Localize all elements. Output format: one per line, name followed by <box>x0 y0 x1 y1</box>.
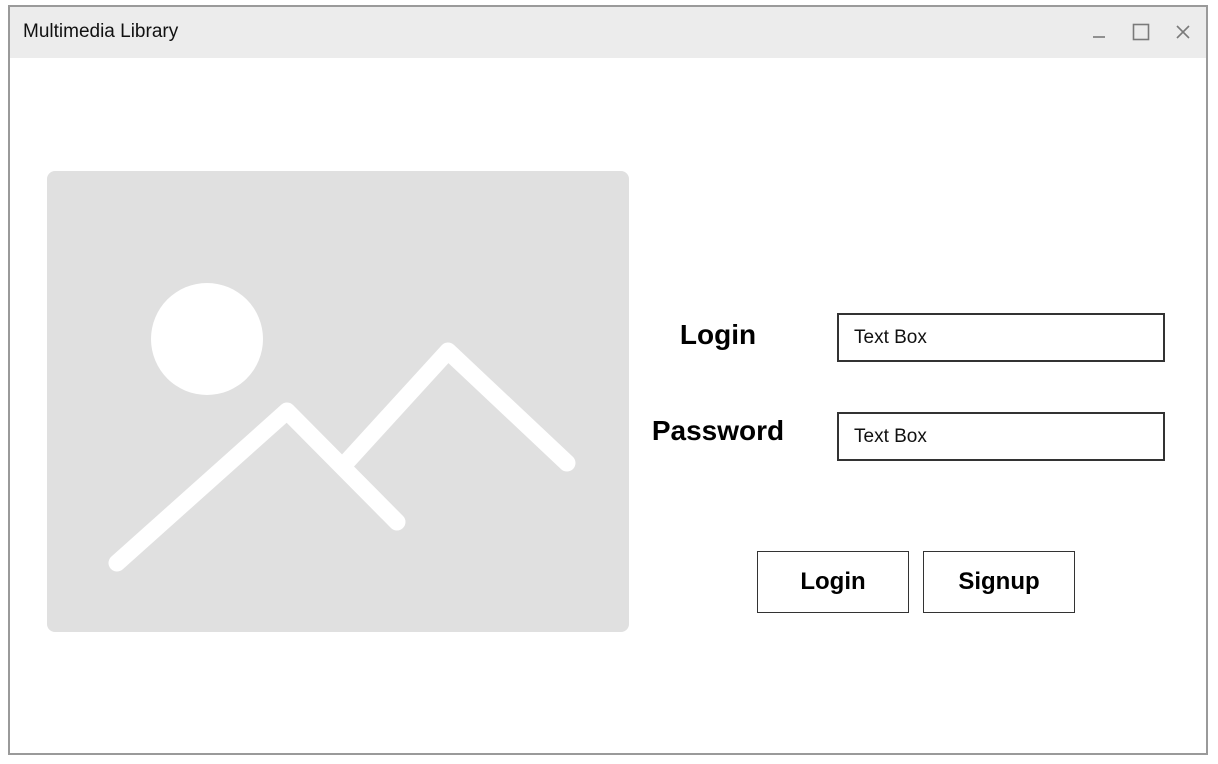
minimize-button[interactable] <box>1086 19 1112 45</box>
window-title: Multimedia Library <box>23 21 179 42</box>
signup-button[interactable]: Signup <box>923 551 1075 613</box>
close-button[interactable] <box>1170 19 1196 45</box>
login-label: Login <box>679 319 757 350</box>
login-button[interactable]: Login <box>757 551 909 613</box>
password-label: Password <box>651 415 785 446</box>
password-input[interactable] <box>837 412 1165 461</box>
maximize-icon <box>1132 23 1150 41</box>
title-bar: Multimedia Library <box>10 7 1206 58</box>
minimize-icon <box>1093 36 1105 38</box>
image-placeholder <box>47 171 629 632</box>
app-window: Multimedia Library Login Password L <box>8 5 1208 755</box>
image-placeholder-icon <box>108 283 576 572</box>
maximize-button[interactable] <box>1128 19 1154 45</box>
login-input[interactable] <box>837 313 1165 362</box>
close-icon <box>1176 25 1190 39</box>
